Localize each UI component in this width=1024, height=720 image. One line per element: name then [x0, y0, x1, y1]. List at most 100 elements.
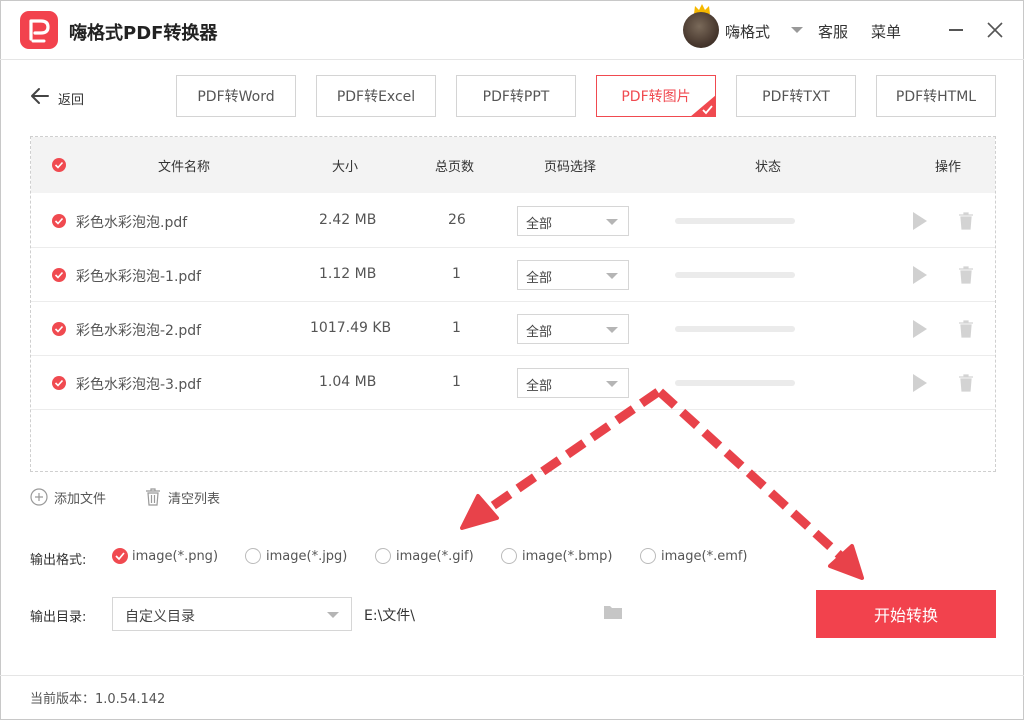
radio-label-emf[interactable]: image(*.emf) — [661, 549, 748, 564]
header-status: 状态 — [755, 160, 782, 175]
minimize-icon[interactable] — [949, 29, 963, 31]
trash-icon[interactable] — [958, 211, 974, 231]
radio-jpg[interactable] — [245, 548, 261, 564]
row-checkbox[interactable] — [52, 214, 66, 228]
play-icon[interactable] — [913, 212, 927, 230]
close-icon[interactable] — [985, 20, 1005, 40]
output-dir-value: 自定义目录 — [125, 609, 195, 625]
chevron-down-icon[interactable] — [791, 27, 803, 33]
file-pages: 1 — [452, 266, 461, 282]
output-dir-label: 输出目录: — [30, 610, 87, 625]
page-select-dropdown[interactable]: 全部 — [517, 368, 629, 398]
service-link[interactable]: 客服 — [818, 21, 848, 42]
header-page-select: 页码选择 — [544, 160, 597, 175]
page-select-value: 全部 — [526, 325, 553, 340]
tab-pdf-to-excel[interactable]: PDF转Excel — [316, 75, 436, 117]
page-select-dropdown[interactable]: 全部 — [517, 260, 629, 290]
progress-bar — [675, 326, 795, 332]
radio-emf[interactable] — [640, 548, 656, 564]
file-size: 1.12 MB — [319, 266, 377, 282]
radio-label-jpg[interactable]: image(*.jpg) — [266, 549, 347, 564]
play-icon[interactable] — [913, 266, 927, 284]
radio-gif[interactable] — [375, 548, 391, 564]
avatar[interactable] — [683, 12, 719, 48]
output-format-label: 输出格式: — [30, 553, 87, 568]
output-dir-dropdown[interactable]: 自定义目录 — [112, 597, 352, 631]
trash-icon[interactable] — [958, 265, 974, 285]
tab-pdf-to-txt[interactable]: PDF转TXT — [736, 75, 856, 117]
chevron-down-icon — [606, 219, 618, 225]
table-header: 文件名称 大小 总页数 页码选择 状态 操作 — [31, 137, 995, 193]
file-table: 文件名称 大小 总页数 页码选择 状态 操作 彩色水彩泡泡.pdf 2.42 M… — [30, 136, 996, 472]
page-select-value: 全部 — [526, 217, 553, 232]
row-checkbox[interactable] — [52, 268, 66, 282]
trash-icon[interactable] — [145, 487, 161, 507]
tab-pdf-to-ppt[interactable]: PDF转PPT — [456, 75, 576, 117]
progress-bar — [675, 218, 795, 224]
tab-pdf-to-html[interactable]: PDF转HTML — [876, 75, 996, 117]
tab-pdf-to-word[interactable]: PDF转Word — [176, 75, 296, 117]
radio-label-bmp[interactable]: image(*.bmp) — [522, 549, 612, 564]
progress-bar — [675, 272, 795, 278]
check-icon — [54, 325, 64, 333]
page-select-value: 全部 — [526, 379, 553, 394]
add-file-button[interactable]: 添加文件 — [54, 488, 106, 507]
play-icon[interactable] — [913, 374, 927, 392]
check-icon — [54, 271, 64, 279]
output-path: E:\文件\ — [364, 608, 415, 624]
chevron-down-icon — [327, 612, 339, 618]
file-name: 彩色水彩泡泡.pdf — [76, 215, 188, 231]
radio-label-gif[interactable]: image(*.gif) — [396, 549, 474, 564]
table-row: 彩色水彩泡泡.pdf 2.42 MB 26 全部 — [31, 194, 995, 248]
app-logo-icon — [20, 11, 58, 49]
file-name: 彩色水彩泡泡-3.pdf — [76, 377, 202, 393]
progress-bar — [675, 380, 795, 386]
folder-icon[interactable] — [603, 604, 623, 620]
file-name: 彩色水彩泡泡-1.pdf — [76, 269, 202, 285]
play-icon[interactable] — [913, 320, 927, 338]
file-pages: 1 — [452, 320, 461, 336]
file-size: 1.04 MB — [319, 374, 377, 390]
header-size: 大小 — [332, 160, 359, 175]
plus-circle-icon[interactable] — [30, 488, 48, 506]
version-text: 当前版本：1.0.54.142 — [30, 692, 166, 707]
row-checkbox[interactable] — [52, 322, 66, 336]
radio-label-png[interactable]: image(*.png) — [132, 549, 218, 564]
header-pages: 总页数 — [435, 160, 475, 175]
header-file-name: 文件名称 — [158, 160, 211, 175]
check-icon — [54, 379, 64, 387]
menu-link[interactable]: 菜单 — [871, 21, 901, 42]
table-row: 彩色水彩泡泡-3.pdf 1.04 MB 1 全部 — [31, 356, 995, 410]
file-size: 2.42 MB — [319, 212, 377, 228]
file-pages: 1 — [452, 374, 461, 390]
radio-png[interactable] — [112, 548, 128, 564]
chevron-down-icon — [606, 381, 618, 387]
app-title: 嗨格式PDF转换器 — [69, 23, 218, 44]
trash-icon[interactable] — [958, 373, 974, 393]
username[interactable]: 嗨格式 — [725, 21, 770, 42]
clear-list-button[interactable]: 清空列表 — [168, 488, 220, 507]
check-icon — [54, 217, 64, 225]
file-pages: 26 — [448, 212, 466, 228]
header-ops: 操作 — [935, 160, 962, 175]
page-select-dropdown[interactable]: 全部 — [517, 314, 629, 344]
trash-icon[interactable] — [958, 319, 974, 339]
chevron-down-icon — [606, 327, 618, 333]
check-icon — [54, 161, 64, 169]
tab-pdf-to-image[interactable]: PDF转图片 — [596, 75, 716, 117]
start-convert-button[interactable]: 开始转换 — [816, 590, 996, 638]
check-icon — [115, 552, 125, 561]
chevron-down-icon — [606, 273, 618, 279]
radio-bmp[interactable] — [501, 548, 517, 564]
page-select-dropdown[interactable]: 全部 — [517, 206, 629, 236]
file-name: 彩色水彩泡泡-2.pdf — [76, 323, 202, 339]
back-button[interactable]: 返回 — [58, 89, 84, 108]
check-icon — [690, 95, 716, 117]
table-row: 彩色水彩泡泡-1.pdf 1.12 MB 1 全部 — [31, 248, 995, 302]
select-all-checkbox[interactable] — [52, 158, 66, 172]
page-select-value: 全部 — [526, 271, 553, 286]
arrow-left-icon[interactable] — [30, 87, 50, 105]
file-size: 1017.49 KB — [310, 320, 392, 336]
row-checkbox[interactable] — [52, 376, 66, 390]
table-row: 彩色水彩泡泡-2.pdf 1017.49 KB 1 全部 — [31, 302, 995, 356]
